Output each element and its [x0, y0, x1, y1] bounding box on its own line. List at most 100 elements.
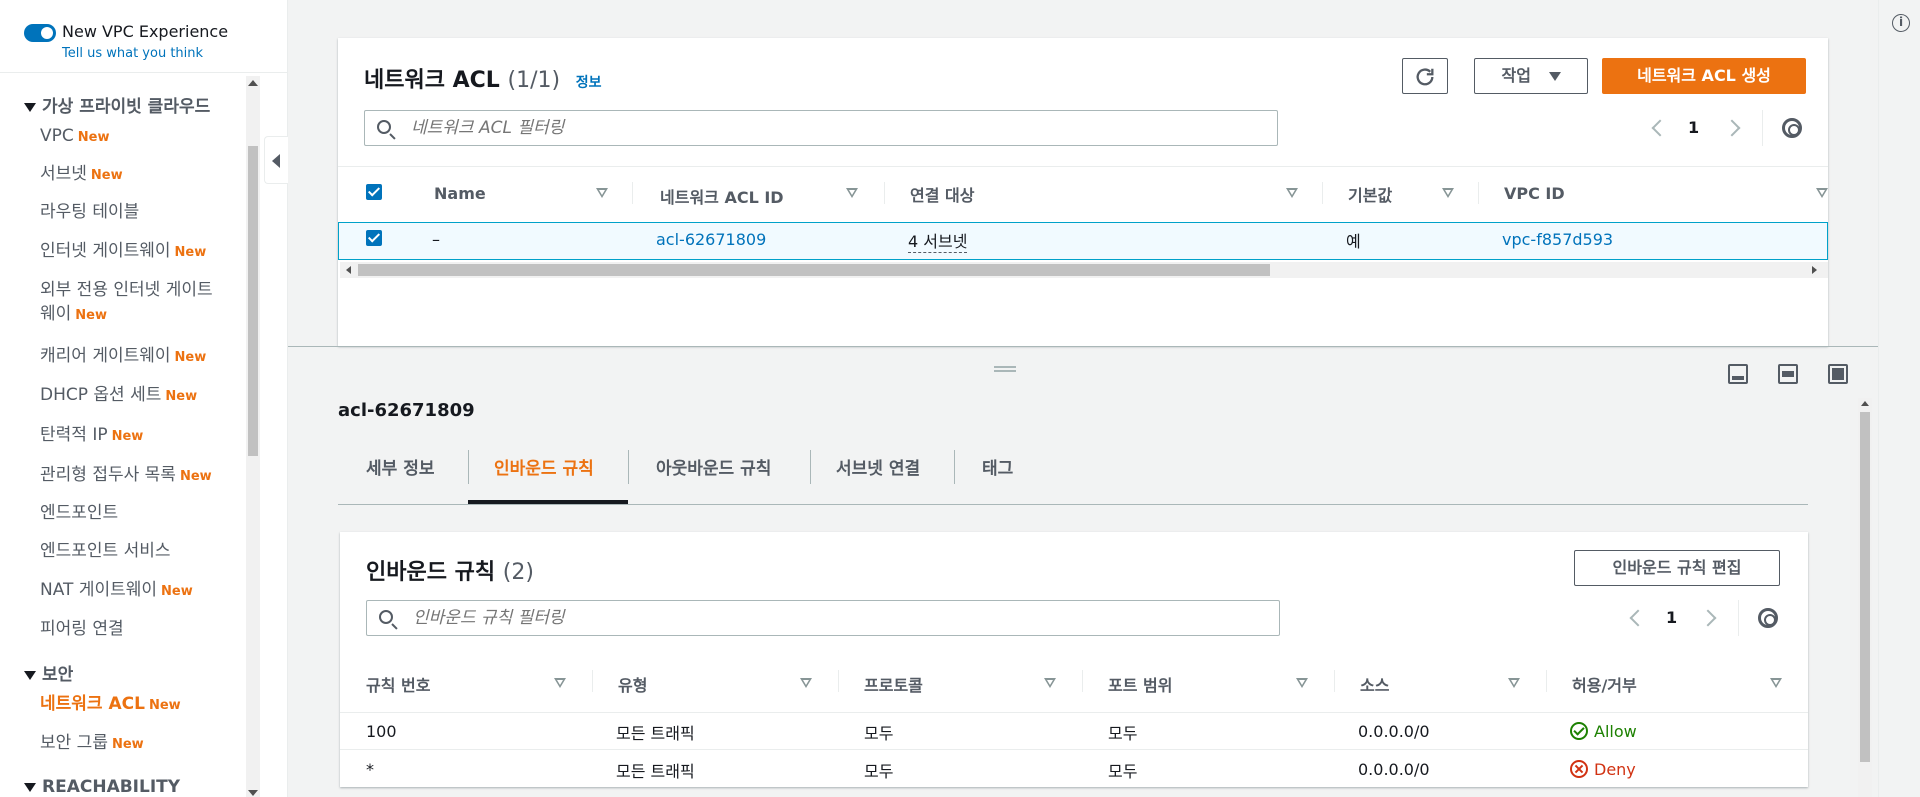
acl-page-number[interactable]: 1 — [1688, 118, 1699, 137]
table-header-top-border — [338, 166, 1828, 167]
nav-section-vpc[interactable]: 가상 프라이빗 클라우드 — [24, 92, 210, 117]
sort-icon[interactable] — [1816, 188, 1828, 198]
feedback-link[interactable]: Tell us what you think — [62, 46, 203, 61]
resize-handle-icon[interactable] — [994, 366, 1016, 372]
sidebar-item-subnets[interactable]: 서브넷 New — [40, 162, 123, 188]
actions-button[interactable]: 작업 — [1474, 58, 1588, 94]
column-header-acl-id[interactable]: 네트워크 ACL ID — [660, 184, 784, 208]
caret-down-icon — [1548, 72, 1561, 81]
scroll-left-icon[interactable] — [346, 266, 351, 274]
sort-icon[interactable] — [1286, 188, 1298, 198]
edit-inbound-rules-button[interactable]: 인바운드 규칙 편집 — [1574, 550, 1780, 586]
tab-subnet-associations[interactable]: 서브넷 연결 — [836, 454, 920, 479]
column-header-protocol[interactable]: 프로토콜 — [864, 672, 923, 696]
column-header-name[interactable]: Name — [434, 184, 486, 203]
scroll-up-icon[interactable] — [248, 80, 258, 86]
column-divider[interactable] — [632, 182, 633, 204]
column-header-associated-with[interactable]: 연결 대상 — [910, 182, 974, 206]
layout-side-icon[interactable] — [1778, 364, 1798, 384]
scroll-up-icon[interactable] — [1861, 401, 1869, 406]
horizontal-scrollbar-thumb[interactable] — [358, 264, 1270, 276]
sort-icon[interactable] — [800, 678, 812, 688]
column-divider[interactable] — [884, 182, 885, 204]
info-icon[interactable]: i — [1892, 14, 1910, 32]
sidebar-item-network-acls[interactable]: 네트워크 ACL New — [40, 692, 181, 718]
create-network-acl-button[interactable]: 네트워크 ACL 생성 — [1602, 58, 1806, 94]
inbound-page-number[interactable]: 1 — [1666, 608, 1677, 627]
sidebar-item-elastic-ips[interactable]: 탄력적 IP New — [40, 423, 143, 449]
nav-section-security[interactable]: 보안 — [24, 660, 73, 685]
sidebar-item-dhcp-options[interactable]: DHCP 옵션 세트 New — [40, 383, 197, 409]
sidebar-item-peering[interactable]: 피어링 연결 — [40, 617, 124, 641]
sort-icon[interactable] — [1044, 678, 1056, 688]
sidebar-item-endpoints[interactable]: 엔드포인트 — [40, 501, 118, 525]
nav-section-reachability[interactable]: REACHABILITY — [24, 777, 180, 797]
sidebar-item-nat-gateways[interactable]: NAT 게이트웨이 New — [40, 578, 193, 604]
info-link[interactable]: 정보 — [576, 75, 602, 91]
gear-icon[interactable] — [1782, 118, 1802, 138]
column-header-type[interactable]: 유형 — [618, 672, 647, 696]
row-vpc-id-link[interactable]: vpc-f857d593 — [1502, 230, 1613, 249]
column-divider[interactable] — [592, 670, 593, 692]
inbound-search-field[interactable] — [366, 600, 1280, 636]
column-divider[interactable] — [838, 670, 839, 692]
sidebar-item-security-groups[interactable]: 보안 그룹 New — [40, 731, 144, 757]
new-badge: New — [161, 584, 193, 599]
sort-icon[interactable] — [1770, 678, 1782, 688]
sidebar-item-prefix-lists[interactable]: 관리형 접두사 목록 New — [40, 463, 212, 489]
new-badge: New — [77, 130, 110, 145]
scroll-down-icon[interactable] — [248, 790, 258, 796]
sidebar-item-carrier-gateways[interactable]: 캐리어 게이트웨이 New — [40, 344, 206, 370]
row-associations[interactable]: 4 서브넷 — [908, 228, 968, 253]
sort-icon[interactable] — [1296, 678, 1308, 688]
sidebar-item-internet-gateways[interactable]: 인터넷 게이트웨이 New — [40, 239, 206, 265]
search-icon — [377, 120, 391, 134]
sort-icon[interactable] — [1508, 678, 1520, 688]
sort-icon[interactable] — [846, 188, 858, 198]
column-divider[interactable] — [1322, 182, 1323, 204]
gear-icon[interactable] — [1758, 608, 1778, 628]
rule-action-deny: Deny — [1594, 760, 1636, 779]
refresh-icon — [1416, 68, 1434, 86]
column-header-rule-number[interactable]: 규칙 번호 — [366, 672, 430, 696]
acl-search-field[interactable] — [364, 110, 1278, 146]
sort-icon[interactable] — [1442, 188, 1454, 198]
acl-search-input[interactable] — [409, 111, 1271, 145]
column-divider[interactable] — [1478, 182, 1479, 204]
column-divider[interactable] — [1334, 670, 1335, 692]
new-vpc-toggle[interactable] — [24, 24, 56, 42]
refresh-button[interactable] — [1402, 58, 1448, 94]
column-header-allow-deny[interactable]: 허용/거부 — [1572, 672, 1637, 696]
sort-icon[interactable] — [596, 188, 608, 198]
column-header-default[interactable]: 기본값 — [1348, 182, 1392, 206]
rule-protocol: 모두 — [864, 762, 894, 781]
collapse-sidebar-button[interactable] — [264, 136, 288, 184]
acl-table-title: 네트워크 ACL — [364, 68, 500, 93]
column-header-source[interactable]: 소스 — [1360, 672, 1389, 696]
detail-scrollbar-thumb[interactable] — [1860, 412, 1870, 762]
tab-details[interactable]: 세부 정보 — [366, 454, 434, 479]
sidebar-item-egress-only-gateways[interactable]: 외부 전용 인터넷 게이트 웨이 New — [40, 278, 213, 328]
sidebar-item-endpoint-services[interactable]: 엔드포인트 서비스 — [40, 539, 171, 563]
column-header-vpc-id[interactable]: VPC ID — [1504, 184, 1565, 203]
column-divider[interactable] — [1082, 670, 1083, 692]
tab-tags[interactable]: 태그 — [982, 454, 1013, 479]
scroll-right-icon[interactable] — [1812, 266, 1817, 274]
new-badge: New — [111, 429, 144, 444]
sort-icon[interactable] — [554, 678, 566, 688]
column-divider[interactable] — [1546, 670, 1547, 692]
layout-bottom-icon[interactable] — [1728, 364, 1748, 384]
row-checkbox[interactable] — [366, 230, 382, 246]
tab-inbound-rules[interactable]: 인바운드 규칙 — [494, 454, 594, 479]
tab-outbound-rules[interactable]: 아웃바운드 규칙 — [656, 454, 771, 479]
select-all-checkbox[interactable] — [366, 184, 382, 200]
layout-full-icon[interactable] — [1828, 364, 1848, 384]
column-header-port-range[interactable]: 포트 범위 — [1108, 672, 1172, 696]
inbound-search-input[interactable] — [411, 601, 1273, 635]
sidebar-scrollbar-thumb[interactable] — [248, 146, 258, 456]
divider — [1738, 600, 1739, 636]
row-acl-id-link[interactable]: acl-62671809 — [656, 230, 766, 249]
split-panel-divider[interactable] — [288, 346, 1878, 347]
sidebar-item-vpc[interactable]: VPC New — [40, 124, 109, 150]
sidebar-item-route-tables[interactable]: 라우팅 테이블 — [40, 200, 139, 224]
